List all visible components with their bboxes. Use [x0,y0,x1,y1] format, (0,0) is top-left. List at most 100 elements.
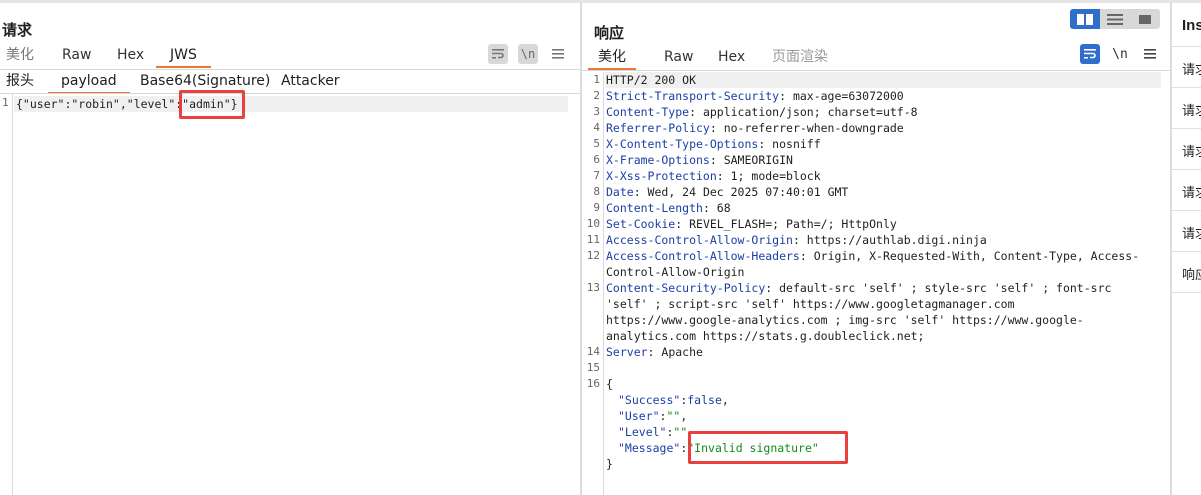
inspector-row-label: 请求正文参数 [1182,145,1201,160]
header-name: Strict-Transport-Security [606,89,780,103]
header-name: Set-Cookie [606,217,676,231]
header-value: : 68 [702,201,731,215]
header-value: : no-referrer-when-downgrade [709,121,904,135]
json-user-value: "" [666,409,681,423]
tab-hex[interactable]: Hex [708,44,755,70]
tab-pretty[interactable]: 美化 [6,42,34,68]
line-number [582,424,602,440]
response-line: 5 X-Content-Type-Options: nosniff [582,136,1162,152]
line-content: X-Frame-Options: SAMEORIGIN [602,152,1142,168]
header-name: Content-Type [606,105,690,119]
line-content: Date: Wed, 24 Dec 2025 07:40:01 GMT [602,184,1142,200]
divider [1172,292,1201,293]
newline-icon[interactable]: \n [518,44,538,64]
subtab-header[interactable]: 报头 [6,70,34,94]
inspector-row-label: 请求属性 [1182,63,1201,78]
inspector-row-label: 请求标头 [1182,227,1201,242]
json-success-value: false [687,393,722,407]
wrap-icon[interactable] [1080,44,1100,64]
response-line: 12 Access-Control-Allow-Headers: Origin, … [582,248,1162,280]
line-number: 2 [593,89,600,102]
line-content: Set-Cookie: REVEL_FLASH=; Path=/; HttpOn… [602,216,1142,232]
inspector-row-request-headers[interactable]: 请求标头 [1172,210,1201,250]
inspector-row-response-headers[interactable]: 响应标头 [1172,251,1201,291]
json-comma: , [721,393,729,407]
inspector-row-query-params[interactable]: 请求查询参数 [1172,87,1201,127]
inspector-row-body-params[interactable]: 请求正文参数 [1172,128,1201,168]
header-name: X-Xss-Protection [606,169,717,183]
inspector-row-label: 响应标头 [1182,268,1201,283]
side-by-side-layout-button[interactable] [1070,9,1100,29]
json-brace: } [606,457,613,471]
inspector-row-label: 请求cookie [1182,186,1201,201]
response-line: } [582,456,1162,472]
tab-jws[interactable]: JWS [156,42,211,68]
line-content: Content-Type: application/json; charset=… [602,104,1142,120]
request-title: 请求 [2,21,33,39]
line-number: 5 [593,137,600,150]
response-editor[interactable]: 1 HTTP/2 200 OK 2 Strict-Transport-Security… [582,72,1162,472]
response-line: "Success":false, [582,392,1162,408]
json-level-value: "" [673,425,688,439]
subtab-payload[interactable]: payload [48,70,130,94]
header-value: : 1; mode=block [716,169,821,183]
tab-pretty[interactable]: 美化 [588,44,636,70]
line-number: 1 [593,73,600,86]
line-number: 16 [586,377,600,390]
response-line: 14 Server: Apache [582,344,1162,360]
tab-hex[interactable]: Hex [117,42,144,68]
header-name: Content-Security-Policy [606,281,766,295]
menu-icon[interactable] [1140,44,1160,64]
response-line: 6 X-Frame-Options: SAMEORIGIN [582,152,1162,168]
response-line: 8 Date: Wed, 24 Dec 2025 07:40:01 GMT [582,184,1162,200]
inspector-panel: Inspector 请求属性 请求查询参数 请求正文参数 请求cookie 请求… [1172,3,1201,495]
status-line: HTTP/2 200 OK [606,73,697,87]
header-value: : REVEL_FLASH=; Path=/; HttpOnly [675,217,897,231]
line-gutter [0,94,13,495]
line-content: "Success":false, [602,392,1142,408]
inspector-row-request-attributes[interactable]: 请求属性 [1172,46,1201,86]
line-content [602,360,1142,376]
inspector-row-cookies[interactable]: 请求cookie [1172,169,1201,209]
line-content: } [602,456,1142,472]
response-line: "Message":"Invalid signature" [582,440,1162,456]
divider [582,70,1170,71]
subtab-attacker[interactable]: Attacker [281,70,340,94]
response-title: 响应 [594,24,625,42]
line-content: Access-Control-Allow-Origin: https://aut… [602,232,1142,248]
header-value: : Wed, 24 Dec 2025 07:40:01 GMT [633,185,849,199]
line-number [582,456,602,472]
response-line: 16 { [582,376,1162,392]
inspector-row-label: 请求查询参数 [1182,104,1201,119]
inspector-title: Inspector [1182,17,1201,34]
line-number: 13 [586,281,600,294]
header-value: : Apache [647,345,703,359]
response-line: 10 Set-Cookie: REVEL_FLASH=; Path=/; Http… [582,216,1162,232]
line-number: 6 [593,153,600,166]
stacked-layout-button[interactable] [1100,9,1130,29]
line-number: 9 [593,201,600,214]
newline-icon[interactable]: \n [1110,44,1130,64]
line-content: Strict-Transport-Security: max-age=63072… [602,88,1142,104]
header-name: Date [606,185,634,199]
line-number [582,408,602,424]
response-line: 1 HTTP/2 200 OK [582,72,1162,88]
line-number: 10 [586,217,600,230]
line-content: Access-Control-Allow-Headers: Origin, X-… [602,248,1142,280]
wrap-icon[interactable] [488,44,508,64]
response-line: 7 X-Xss-Protection: 1; mode=block [582,168,1162,184]
tabbed-layout-button[interactable] [1130,9,1160,29]
layout-toggle [1070,9,1160,29]
menu-icon[interactable] [548,44,568,64]
tab-raw[interactable]: Raw [654,44,703,70]
line-content: HTTP/2 200 OK [602,72,1142,88]
line-number [582,440,602,456]
response-line: "Level":"" [582,424,1162,440]
header-name: Server [606,345,648,359]
tab-render[interactable]: 页面渲染 [762,44,838,70]
header-value: : application/json; charset=utf-8 [689,105,918,119]
response-line: 11 Access-Control-Allow-Origin: https://a… [582,232,1162,248]
json-user-key: "User" [618,409,660,423]
tab-raw[interactable]: Raw [62,42,91,68]
line-content: "User":"", [602,408,1142,424]
